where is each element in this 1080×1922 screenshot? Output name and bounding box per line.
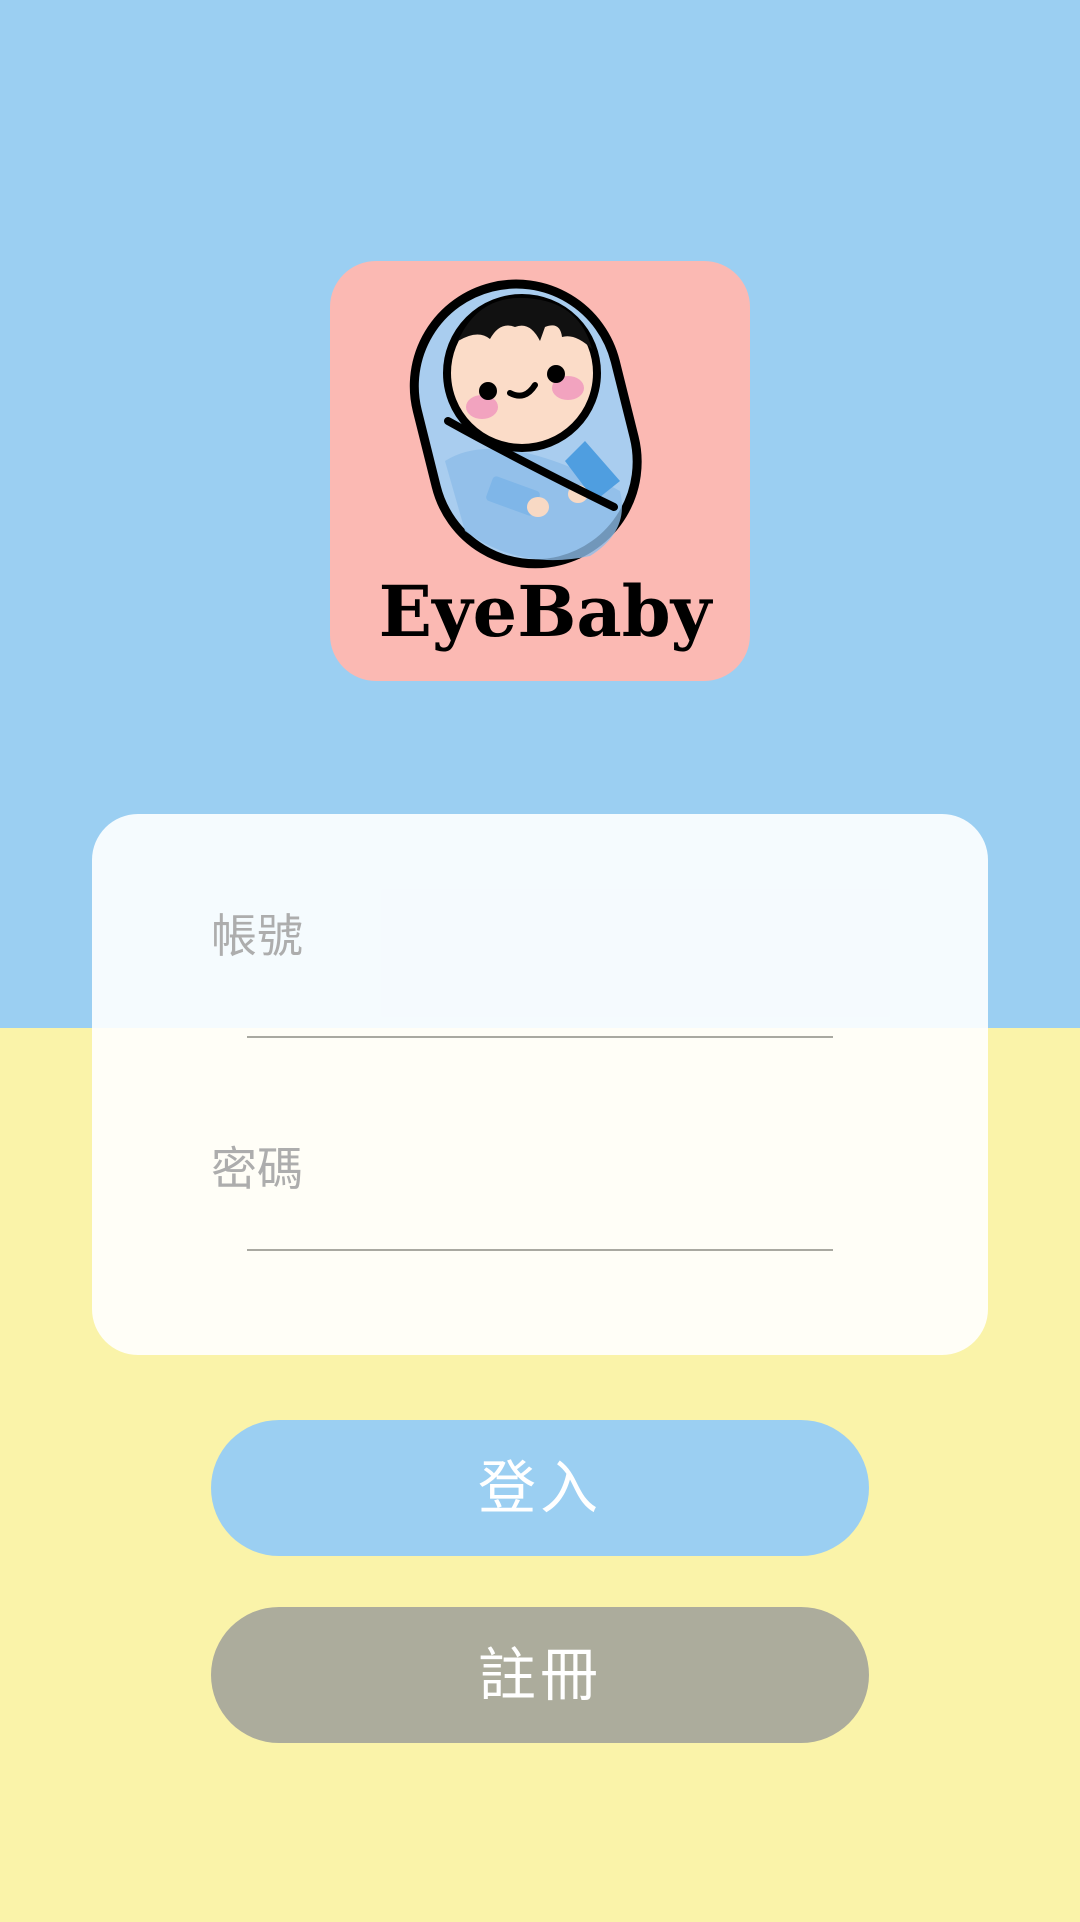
register-button[interactable]: 註冊 (211, 1607, 869, 1743)
login-button[interactable]: 登入 (211, 1420, 869, 1556)
account-underline (247, 1036, 833, 1038)
swaddled-baby-icon: EyeBaby (379, 279, 714, 653)
logo-text: EyeBaby (379, 570, 714, 653)
password-input[interactable] (211, 1139, 831, 1199)
password-underline (247, 1249, 833, 1251)
app-logo: EyeBaby (330, 261, 750, 681)
account-input[interactable] (211, 906, 831, 966)
login-form-card (92, 814, 988, 1355)
